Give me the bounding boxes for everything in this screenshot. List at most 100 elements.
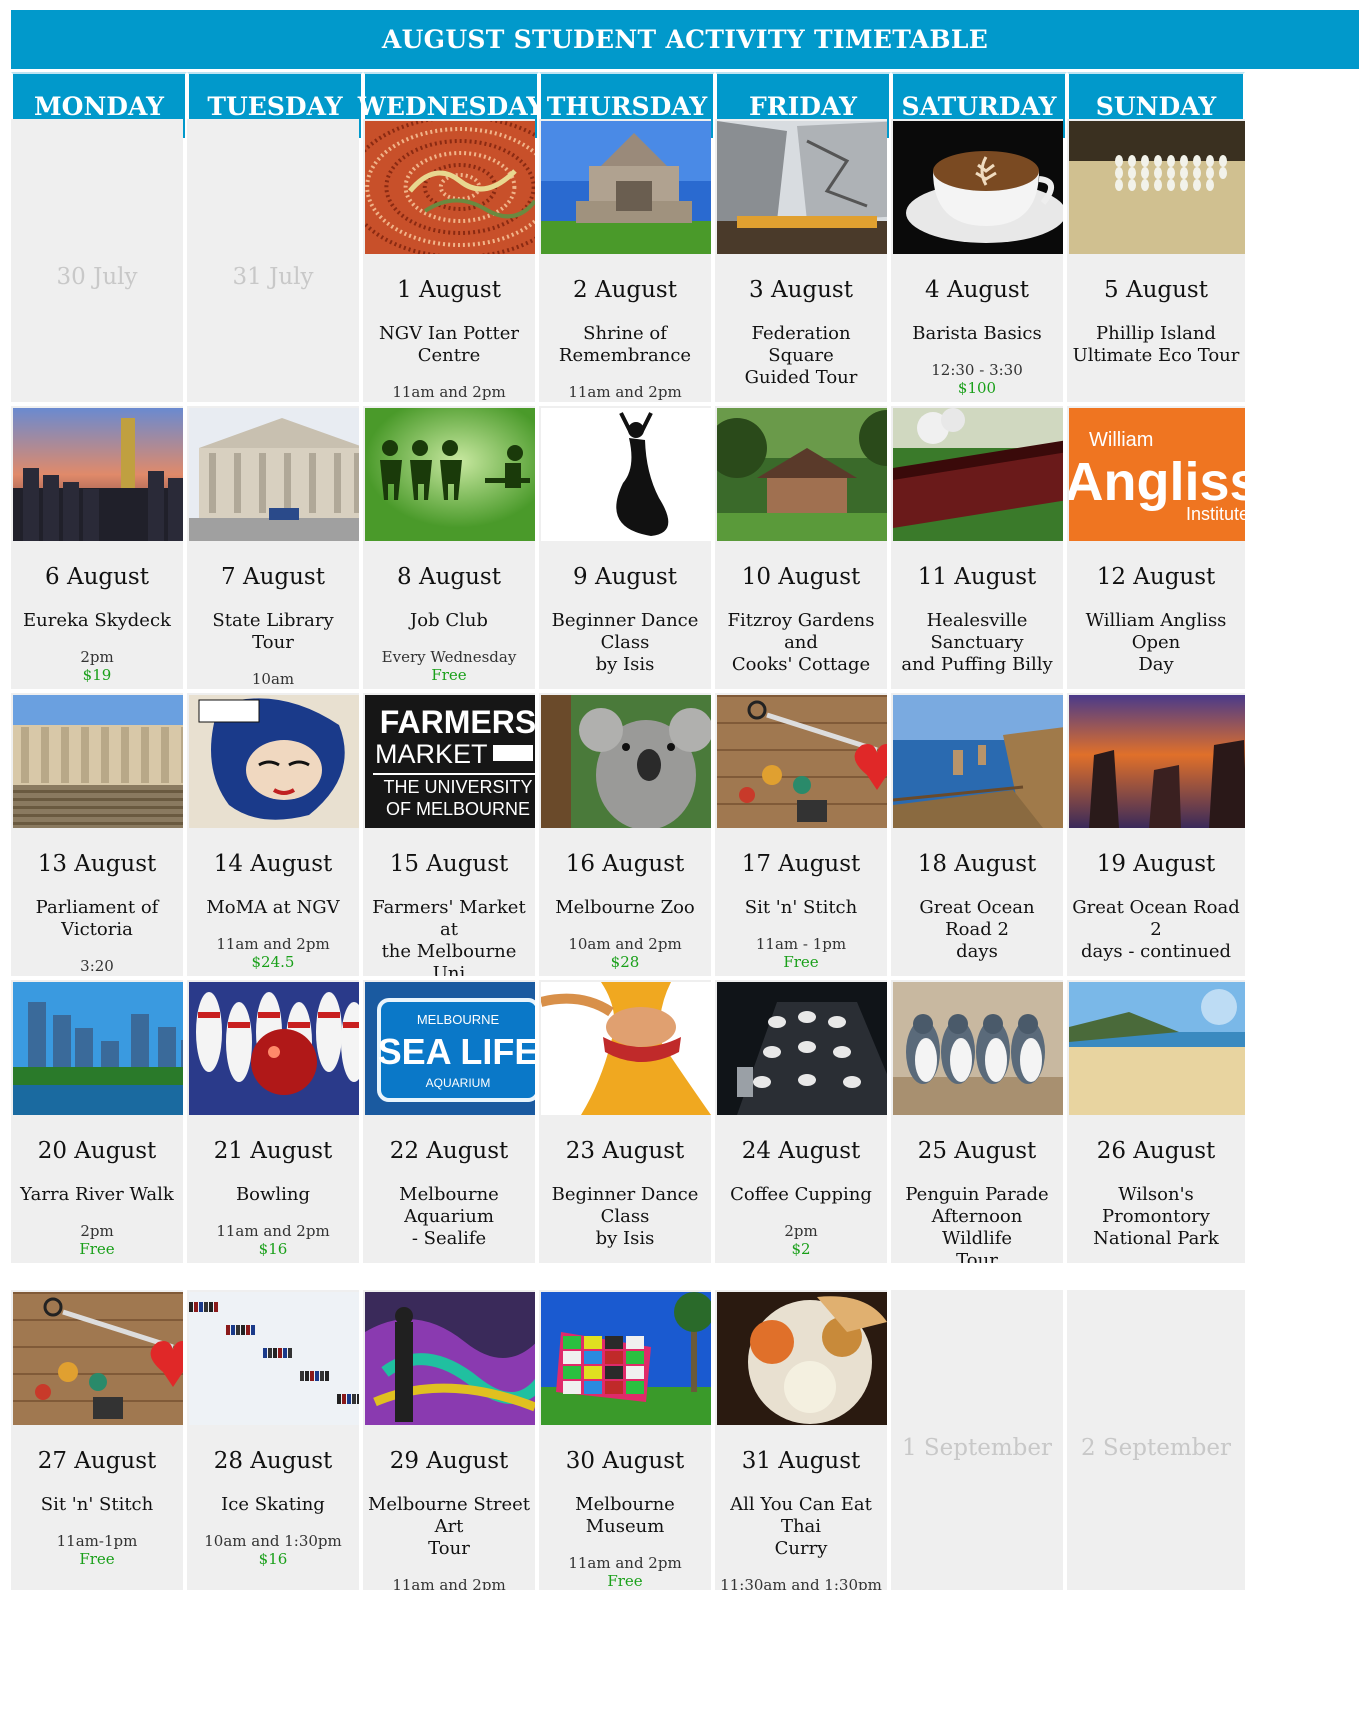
activity-time: 11am and 2pm bbox=[392, 383, 506, 401]
activity-cell: 16 August Melbourne Zoo 10am and 2pm $28 bbox=[539, 693, 711, 976]
activity-info: Melbourne Street Art Tour11am and 2pmFre… bbox=[363, 1494, 535, 1590]
activity-image bbox=[365, 1292, 535, 1425]
activity-name: Sit 'n' Stitch bbox=[40, 1494, 154, 1515]
empty-day-cell: 2 September bbox=[1067, 1290, 1245, 1590]
cell-date: 22 August bbox=[389, 1138, 509, 1164]
cell-date: 15 August bbox=[389, 851, 509, 877]
activity-name: Penguin Parade Afternoon Wildlife Tour bbox=[905, 1184, 1049, 1263]
cell-date: 10 August bbox=[741, 564, 861, 590]
empty-day-cell: 30 July bbox=[11, 119, 183, 402]
activity-image bbox=[893, 982, 1063, 1115]
cell-date: 31 August bbox=[741, 1448, 861, 1474]
activity-info: Shrine of Remembrance 11am and 2pmFree bbox=[539, 323, 711, 402]
activity-cell: 5 August Phillip Island Ultimate Eco Tour… bbox=[1067, 119, 1245, 402]
activity-cell: 29 August Melbourne Street Art Tour 11am a… bbox=[363, 1290, 535, 1590]
cell-date: 17 August bbox=[741, 851, 861, 877]
activity-price: $24.5 bbox=[251, 953, 295, 971]
cell-date: 5 August bbox=[1104, 277, 1208, 303]
activity-cell: 7 August State Library Tour 10amFree bbox=[187, 406, 359, 689]
activity-time: 11am and 2pm bbox=[216, 935, 330, 953]
logo-text: FARMERS bbox=[380, 704, 535, 740]
activity-info: NGV Ian Potter Centre 11am and 2pmFree bbox=[363, 323, 535, 402]
activity-cell: 8 August Job Club Every Wednesday Free bbox=[363, 406, 535, 689]
activity-info: State Library Tour 10amFree bbox=[187, 610, 359, 689]
activity-image bbox=[541, 695, 711, 828]
activity-image bbox=[13, 695, 183, 828]
activity-time: 2pm bbox=[80, 1222, 114, 1240]
activity-time: 11am - 1pm bbox=[755, 935, 847, 953]
logo-text: William bbox=[1089, 429, 1153, 451]
activity-name: NGV Ian Potter Centre bbox=[379, 323, 519, 366]
activity-info: Phillip Island Ultimate Eco Tour $125 bbox=[1067, 323, 1245, 402]
activity-name: Melbourne Zoo bbox=[555, 897, 695, 918]
cell-date: 27 August bbox=[37, 1448, 157, 1474]
activity-price: Free bbox=[783, 953, 819, 971]
logo-text: Angliss bbox=[1069, 452, 1245, 512]
activity-price: $125 bbox=[1137, 401, 1175, 402]
activity-image bbox=[189, 408, 359, 541]
activity-name: Beginner Dance Class by Isis bbox=[551, 610, 699, 675]
activity-time: 11am and 2pm bbox=[216, 1222, 330, 1240]
activity-image bbox=[1069, 982, 1245, 1115]
activity-cell: 4 August Barista Basics 12:30 - 3:30 $100 bbox=[891, 119, 1063, 402]
activity-cell: 2 August Shrine of Remembrance 11am and 2p… bbox=[539, 119, 711, 402]
activity-info: Farmers' Market at the Melbourne Uni11am… bbox=[363, 897, 535, 976]
activity-name: Melbourne Street Art Tour bbox=[367, 1494, 531, 1559]
activity-name: Federation Square Guided Tour bbox=[744, 323, 858, 388]
activity-info: Barista Basics 12:30 - 3:30 $100 bbox=[891, 323, 1063, 398]
activity-info: Sit 'n' Stitch 11am - 1pm Free bbox=[715, 897, 887, 972]
activity-time: 11:30am and 1:30pm bbox=[720, 1576, 882, 1590]
activity-name: All You Can Eat Thai Curry bbox=[730, 1494, 872, 1559]
activity-name: Healesville Sanctuary and Puffing Billy bbox=[901, 610, 1053, 675]
logo-text: AQUARIUM bbox=[426, 1076, 491, 1090]
activity-name: Barista Basics bbox=[912, 323, 1042, 344]
activity-time: 10am and 1:30pm bbox=[204, 1532, 342, 1550]
activity-image bbox=[189, 695, 359, 828]
activity-image bbox=[717, 982, 887, 1115]
cell-date: 26 August bbox=[1096, 1138, 1216, 1164]
activity-price: $100 bbox=[957, 379, 997, 397]
activity-image bbox=[189, 1292, 359, 1425]
activity-image bbox=[541, 408, 711, 541]
cell-date: 14 August bbox=[213, 851, 333, 877]
activity-cell: 25 August Penguin Parade Afternoon Wildli… bbox=[891, 980, 1063, 1263]
cell-date: 11 August bbox=[917, 564, 1037, 590]
activity-image bbox=[893, 695, 1063, 828]
cell-date: 31 July bbox=[232, 264, 314, 290]
activity-info: Eureka Skydeck 2pm $19 bbox=[11, 610, 183, 685]
cell-date: 30 July bbox=[56, 264, 138, 290]
activity-info: Federation Square Guided Tour10:45Free bbox=[715, 323, 887, 402]
activity-name: Great Ocean Road 2 days - continued bbox=[1072, 897, 1240, 962]
activity-cell: MELBOURNE SEA LIFE AQUARIUM 22 August Melbou… bbox=[363, 980, 535, 1263]
activity-name: Farmers' Market at the Melbourne Uni bbox=[372, 897, 526, 976]
activity-name: William Angliss Open Day bbox=[1085, 610, 1227, 675]
activity-price: Free bbox=[607, 401, 642, 402]
activity-name: Melbourne Aquarium - Sealife bbox=[399, 1184, 499, 1249]
activity-info: Job Club Every Wednesday Free bbox=[363, 610, 535, 685]
activity-name: Coffee Cupping bbox=[730, 1184, 872, 1205]
activity-info: Penguin Parade Afternoon Wildlife Tour$1… bbox=[891, 1184, 1063, 1263]
activity-cell: 30 August Melbourne Museum 11am and 2pm Fre… bbox=[539, 1290, 711, 1590]
activity-info: All You Can Eat Thai Curry 11:30am and 1:… bbox=[715, 1494, 887, 1590]
activity-image bbox=[1069, 121, 1245, 254]
activity-price: Free bbox=[431, 666, 467, 684]
activity-price: Free bbox=[79, 975, 114, 976]
cell-date: 20 August bbox=[37, 1138, 157, 1164]
activity-time: 10am bbox=[251, 670, 295, 688]
activity-name: Great Ocean Road 2 days bbox=[919, 897, 1035, 962]
activity-name: State Library Tour bbox=[212, 610, 334, 653]
page-title: AUGUST STUDENT ACTIVITY TIMETABLE bbox=[11, 10, 1359, 69]
activity-image: FARMERS MARKET THE UNIVERSITY OF MELBOURNE bbox=[365, 695, 535, 828]
activity-cell: 14 August MoMA at NGV 11am and 2pm $24.5 bbox=[187, 693, 359, 976]
activity-cell: 10 August Fitzroy Gardens and Cooks' Cott… bbox=[715, 406, 887, 689]
activity-time: 11am-1pm bbox=[56, 1532, 138, 1550]
cell-date: 13 August bbox=[37, 851, 157, 877]
activity-image bbox=[893, 408, 1063, 541]
activity-time: 3:20 bbox=[80, 957, 114, 975]
activity-info: Yarra River Walk 2pm Free bbox=[11, 1184, 183, 1259]
activity-image bbox=[13, 982, 183, 1115]
activity-cell: 1 August NGV Ian Potter Centre 11am and 2p… bbox=[363, 119, 535, 402]
activity-time: 11am and 2pm bbox=[568, 1554, 682, 1572]
logo-text: MELBOURNE bbox=[417, 1012, 500, 1027]
activity-time: 11am and 2pm bbox=[392, 1576, 506, 1590]
